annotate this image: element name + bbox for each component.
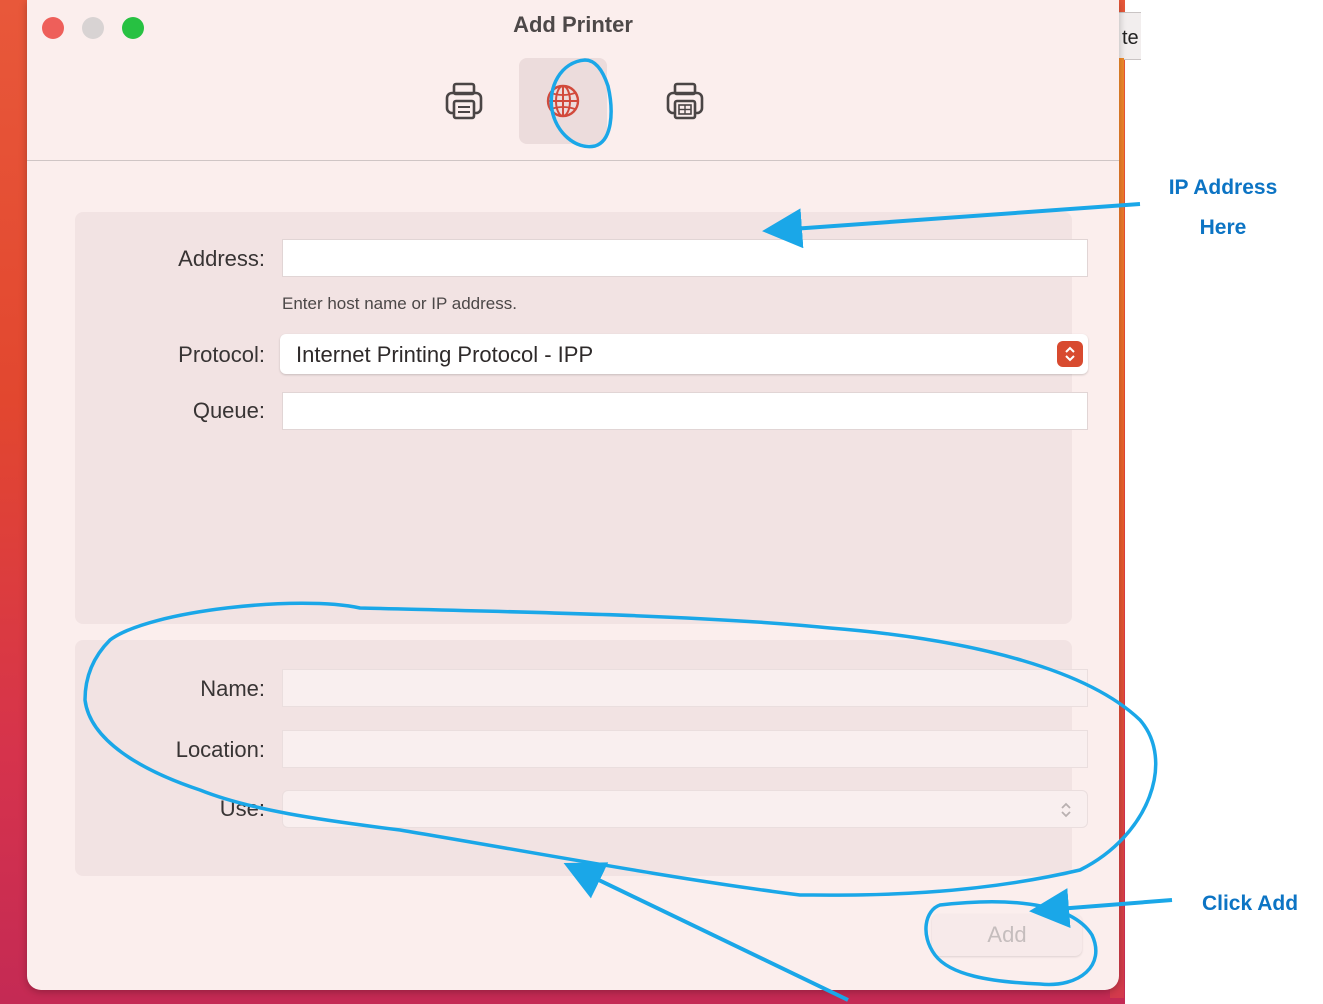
address-input[interactable] [282,239,1088,277]
queue-input[interactable] [282,392,1088,430]
name-label: Name: [200,676,265,701]
chevron-up-down-icon [1057,341,1083,367]
name-input[interactable] [282,669,1088,707]
use-select[interactable] [282,790,1088,828]
fax-printer-icon [666,82,704,120]
address-label: Address: [178,246,265,271]
globe-icon [546,84,580,118]
windows-printer-tab[interactable] [641,58,729,144]
ip-address-annotation: IP Address Here [1148,168,1298,248]
protocol-value: Internet Printing Protocol - IPP [296,342,594,367]
use-label: Use: [219,796,265,821]
address-hint: Enter host name or IP address. [282,294,517,313]
chevron-up-down-icon [1053,797,1079,823]
click-add-annotation: Click Add [1201,892,1299,915]
add-button[interactable]: Add [932,914,1082,956]
queue-label: Queue: [192,398,265,423]
toolbar-divider [27,160,1119,161]
protocol-select[interactable]: Internet Printing Protocol - IPP [280,334,1088,374]
window-title: Add Printer [513,12,633,37]
printer-icon [445,82,483,120]
add-printer-window: Add Printer Address: Enter host name or … [27,0,1119,990]
printer-details-panel: Name: Location: Use: [75,640,1088,876]
protocol-label: Protocol: [178,342,265,367]
background-window-text: te [1122,27,1139,49]
ip-address-annotation-line1: IP Address [1168,176,1278,199]
location-label: Location: [175,737,265,762]
connection-panel: Address: Enter host name or IP address. … [75,212,1088,624]
location-input[interactable] [282,730,1088,768]
ip-printer-tab[interactable] [519,58,607,144]
ip-address-annotation-line2: Here [1199,216,1247,239]
default-printer-tab[interactable] [420,58,508,144]
